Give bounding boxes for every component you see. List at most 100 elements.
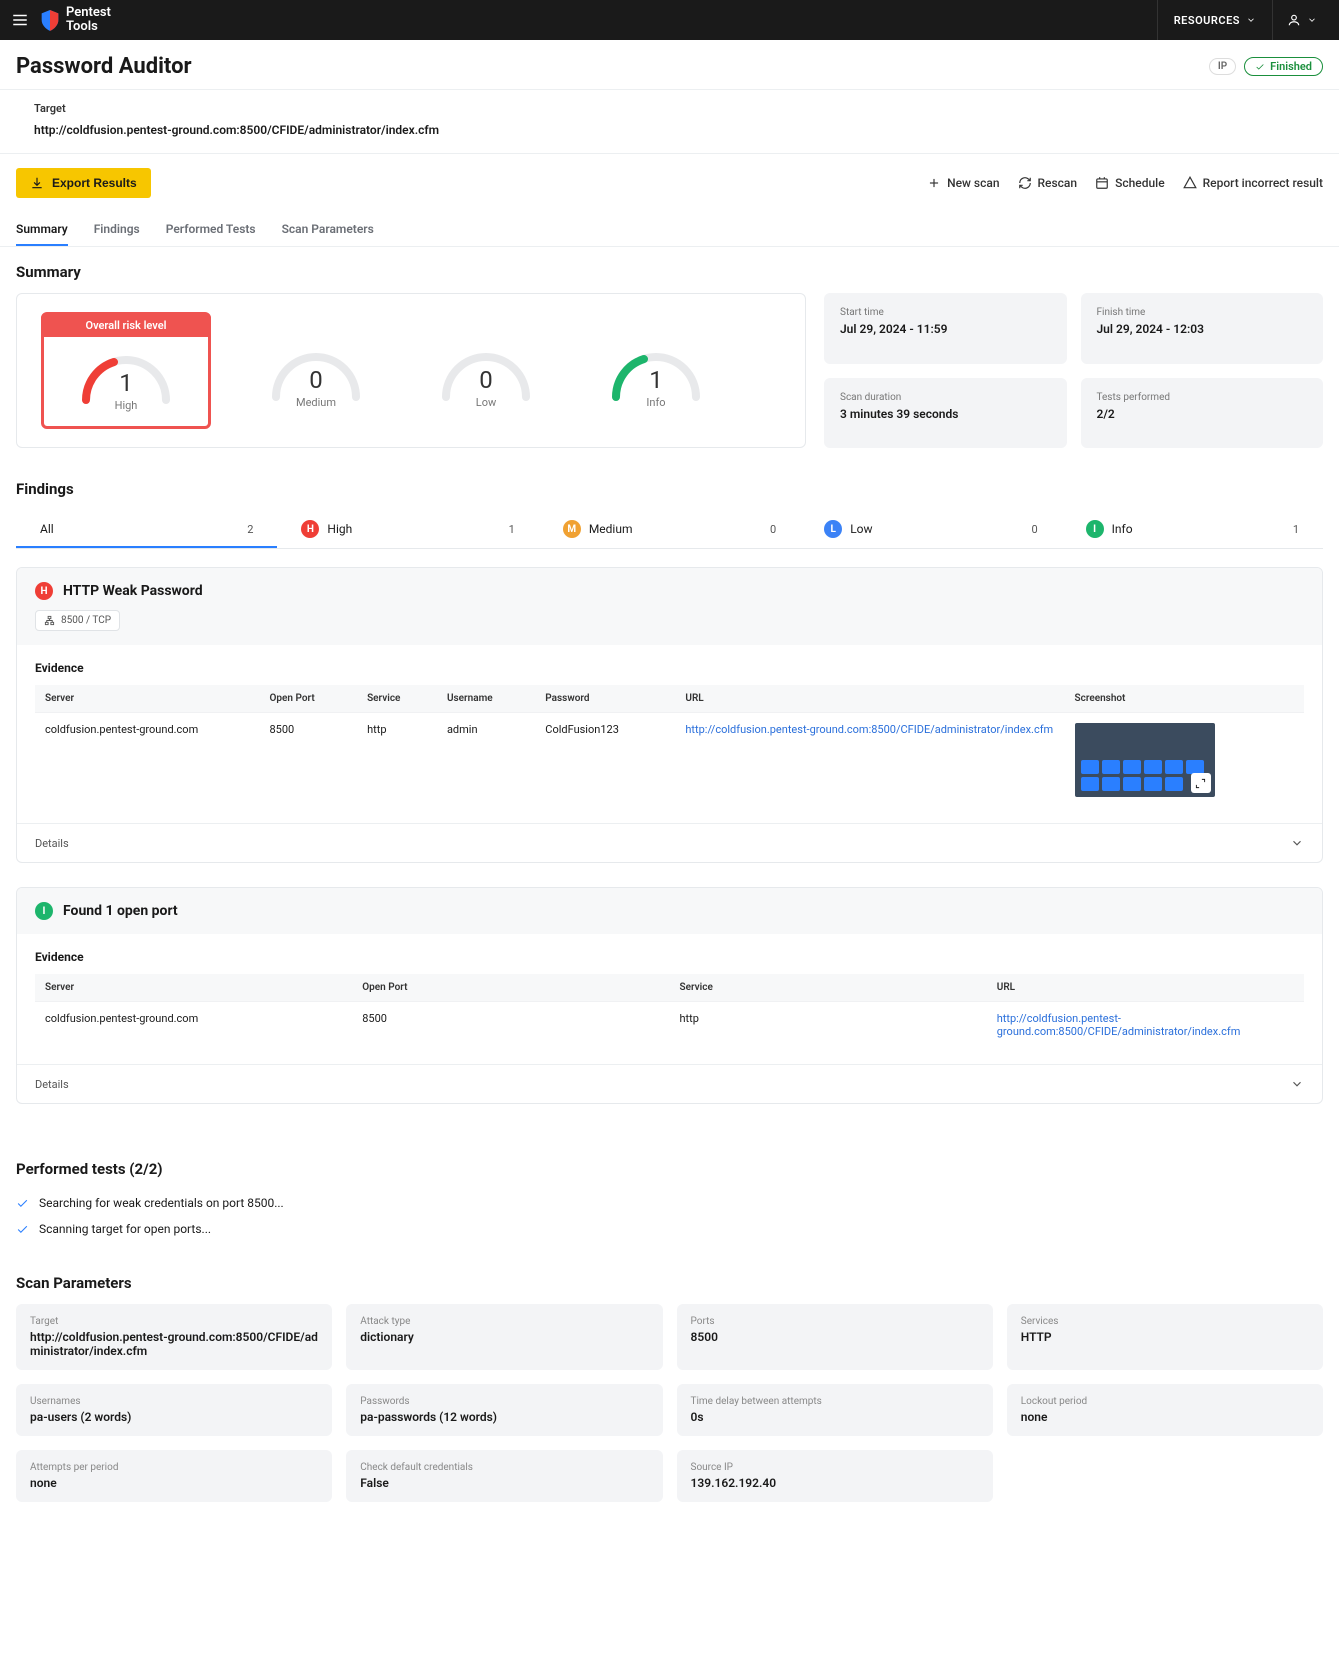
tab-findings[interactable]: Findings — [94, 212, 140, 246]
param-value: 139.162.192.40 — [691, 1476, 979, 1490]
warning-icon — [1183, 176, 1197, 190]
summary-section: Summary Overall risk level 1 High 0 Medi… — [0, 247, 1339, 464]
findings-tab-medium[interactable]: MMedium 0 — [539, 510, 800, 548]
info-badge-icon: I — [1086, 520, 1104, 538]
menu-icon[interactable] — [8, 8, 32, 32]
high-badge-icon: H — [301, 520, 319, 538]
tab-performed-tests[interactable]: Performed Tests — [166, 212, 256, 246]
cell-service: http — [357, 713, 437, 808]
check-icon — [16, 1223, 29, 1236]
finding-title: Found 1 open port — [63, 903, 178, 919]
th-screenshot: Screenshot — [1065, 685, 1305, 713]
cell-url-link[interactable]: http://coldfusion.pentest-ground.com:850… — [685, 723, 1053, 736]
scan-parameters-section: Scan Parameters Targethttp://coldfusion.… — [0, 1258, 1339, 1518]
finding-title: HTTP Weak Password — [63, 583, 203, 599]
param-card: Usernames pa-users (2 words) — [16, 1384, 332, 1436]
info-duration: Scan duration 3 minutes 39 seconds — [824, 378, 1067, 449]
refresh-icon — [1018, 176, 1032, 190]
status-badge: Finished — [1244, 57, 1323, 76]
findings-tab-low[interactable]: LLow 0 — [800, 510, 1061, 548]
severity-badge-icon: H — [35, 582, 53, 600]
expand-icon[interactable] — [1191, 773, 1211, 793]
chevron-down-icon — [1307, 15, 1317, 25]
target-label: Target — [34, 102, 1323, 115]
new-scan-label: New scan — [947, 176, 999, 190]
findings-tab-all[interactable]: All 2 — [16, 510, 277, 548]
shield-icon — [40, 8, 60, 32]
findings-tab-high[interactable]: HHigh 1 — [277, 510, 538, 548]
cell-port: 8500 — [352, 1002, 669, 1049]
chevron-down-icon — [1246, 15, 1256, 25]
param-card: Time delay between attempts0s — [677, 1384, 993, 1436]
cell-server: coldfusion.pentest-ground.com — [35, 1002, 352, 1049]
action-bar: Export Results New scan Rescan Schedule … — [0, 154, 1339, 212]
param-card: ServicesHTTP — [1007, 1304, 1323, 1370]
param-card: Attack typedictionary — [346, 1304, 662, 1370]
th-server: Server — [35, 685, 260, 713]
param-card: Ports8500 — [677, 1304, 993, 1370]
info-finish-time: Finish time Jul 29, 2024 - 12:03 — [1081, 293, 1324, 364]
table-row: coldfusion.pentest-ground.com 8500 http … — [35, 713, 1304, 808]
th-password: Password — [535, 685, 675, 713]
cell-url-link[interactable]: http://coldfusion.pentest-ground.com:850… — [997, 1012, 1241, 1038]
performed-tests-list: Searching for weak credentials on port 8… — [16, 1190, 1323, 1242]
summary-heading: Summary — [16, 263, 1323, 281]
schedule-label: Schedule — [1115, 176, 1165, 190]
th-url: URL — [675, 685, 1064, 713]
title-bar: Password Auditor IP Finished — [0, 40, 1339, 89]
main-tabs: Summary Findings Performed Tests Scan Pa… — [0, 212, 1339, 247]
overall-risk-label: Overall risk level — [41, 314, 211, 337]
param-value: pa-users (2 words) — [30, 1410, 318, 1424]
user-icon — [1287, 13, 1301, 27]
overall-risk-highlight: Overall risk level 1 High — [41, 312, 211, 429]
gauge-medium-label: Medium — [296, 396, 336, 409]
info-start-time: Start time Jul 29, 2024 - 11:59 — [824, 293, 1067, 364]
report-incorrect-button[interactable]: Report incorrect result — [1183, 176, 1323, 190]
scan-info-grid: Start time Jul 29, 2024 - 11:59 Finish t… — [824, 293, 1323, 448]
param-value: none — [30, 1476, 318, 1490]
findings-tab-info[interactable]: IInfo 1 — [1062, 510, 1323, 548]
user-menu[interactable] — [1272, 0, 1331, 40]
param-card: Passwordspa-passwords (12 words) — [346, 1384, 662, 1436]
findings-heading: Findings — [16, 480, 1323, 498]
param-label: Usernames — [30, 1396, 318, 1407]
th-server: Server — [35, 974, 352, 1002]
export-results-button[interactable]: Export Results — [16, 168, 151, 198]
param-label: Time delay between attempts — [691, 1396, 979, 1407]
th-url: URL — [987, 974, 1304, 1002]
network-icon — [44, 615, 55, 626]
rescan-button[interactable]: Rescan — [1018, 176, 1078, 190]
screenshot-thumbnail[interactable] — [1075, 723, 1215, 797]
details-toggle[interactable]: Details — [17, 823, 1322, 862]
new-scan-button[interactable]: New scan — [927, 176, 999, 190]
resources-dropdown[interactable]: RESOURCES — [1157, 0, 1272, 40]
param-value: none — [1021, 1410, 1309, 1424]
target-box: Target http://coldfusion.pentest-ground.… — [0, 89, 1339, 154]
brand-logo[interactable]: PentestTools — [40, 6, 111, 35]
details-toggle[interactable]: Details — [17, 1064, 1322, 1103]
performed-tests-section: Performed tests (2/2) Searching for weak… — [0, 1144, 1339, 1258]
calendar-icon — [1095, 176, 1109, 190]
risk-gauges-card: Overall risk level 1 High 0 Medium 0 Low… — [16, 293, 806, 448]
param-label: Services — [1021, 1316, 1309, 1327]
gauge-medium: 0 Medium — [251, 332, 381, 409]
schedule-button[interactable]: Schedule — [1095, 176, 1165, 190]
gauge-low-label: Low — [476, 396, 496, 409]
param-label: Attack type — [360, 1316, 648, 1327]
tab-scan-parameters[interactable]: Scan Parameters — [282, 212, 374, 246]
param-value: False — [360, 1476, 648, 1490]
cell-username: admin — [437, 713, 535, 808]
th-port: Open Port — [260, 685, 358, 713]
status-text: Finished — [1270, 60, 1312, 73]
params-grid: Targethttp://coldfusion.pentest-ground.c… — [16, 1304, 1323, 1502]
check-icon — [1255, 62, 1265, 72]
ip-chip: IP — [1209, 58, 1236, 75]
tab-summary[interactable]: Summary — [16, 212, 68, 246]
chevron-down-icon — [1290, 836, 1304, 850]
param-card: Targethttp://coldfusion.pentest-ground.c… — [16, 1304, 332, 1370]
evidence-label: Evidence — [35, 950, 1304, 964]
params-heading: Scan Parameters — [16, 1274, 1323, 1292]
cell-port: 8500 — [260, 713, 358, 808]
findings-section: Findings All 2 HHigh 1 MMedium 0 LLow 0 … — [0, 464, 1339, 1144]
details-label: Details — [35, 1078, 69, 1091]
